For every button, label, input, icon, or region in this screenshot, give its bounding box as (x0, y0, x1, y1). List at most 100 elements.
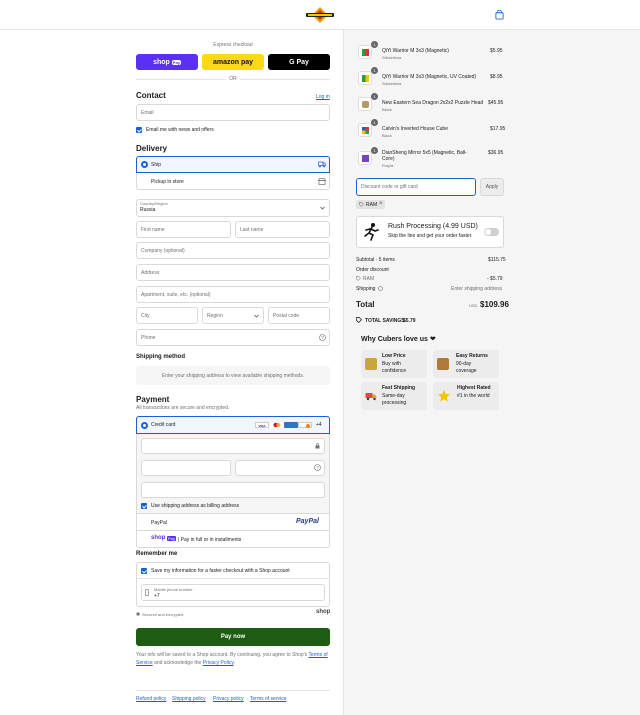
shop-pay-badge: Pay (171, 59, 181, 65)
quantity-badge: 1 (371, 147, 378, 154)
privacy-link[interactable]: Privacy Policy (203, 660, 234, 666)
product-name-line2: Core) (382, 156, 395, 162)
ship-radio[interactable] (141, 161, 148, 168)
total-label: Total (356, 300, 375, 309)
discount-tag-icon (356, 276, 361, 281)
header (0, 0, 640, 30)
store-icon (318, 178, 326, 185)
google-pay-button[interactable]: G Pay (268, 54, 330, 70)
product-variant: Purple (382, 163, 394, 168)
shop-pay-option-logo: shop (151, 535, 166, 541)
legal-text: Your info will be saved to a Shop accoun… (136, 651, 330, 667)
cvv-help-icon[interactable]: ? (314, 464, 321, 471)
ship-label: Ship (151, 162, 162, 168)
product-price: $36.95 (488, 150, 504, 156)
billing-checkbox[interactable] (141, 503, 147, 509)
google-pay-logo: G Pay (289, 58, 309, 66)
apartment-field[interactable]: Apartment, suite, etc. (optional) (136, 286, 330, 303)
refund-policy-link[interactable]: Refund policy (136, 696, 166, 702)
card-number-field[interactable] (141, 438, 325, 454)
remember-checkbox[interactable] (141, 568, 147, 574)
amex-icon (284, 422, 298, 428)
shop-pay-button[interactable]: shop Pay (136, 54, 198, 70)
discover-icon (298, 422, 312, 428)
amazon-pay-button[interactable]: amazon pay (202, 54, 264, 70)
express-checkout-title: Express checkout (213, 42, 253, 48)
help-icon[interactable]: ? (319, 334, 326, 341)
news-checkbox[interactable] (136, 127, 142, 133)
news-label: Email me with news and offers (146, 127, 214, 133)
postal-code-field[interactable]: Postal code (268, 307, 330, 324)
divider-right (240, 79, 330, 80)
shipping-method-heading: Shipping method (136, 354, 185, 360)
rush-title: Rush Processing (4.99 USD) (388, 223, 478, 230)
product-variant: Stickerless (382, 81, 402, 86)
product-price: $17.95 (490, 126, 506, 132)
feature-title: Easy Returns (456, 353, 488, 359)
company-field[interactable]: Company (optional) (136, 242, 330, 259)
name-on-card-field[interactable] (141, 482, 325, 498)
privacy-policy-link[interactable]: Privacy policy (213, 696, 244, 702)
credit-card-radio[interactable] (141, 422, 148, 429)
remember-divider (136, 578, 330, 579)
feature-line: processing (382, 400, 407, 406)
apply-button[interactable]: Apply (480, 178, 504, 196)
shipping-value: Enter shipping address (451, 286, 503, 292)
feature-title: Low Price (382, 353, 406, 359)
store-logo[interactable] (303, 6, 337, 24)
product-price: $45.95 (488, 100, 504, 106)
product-thumbnail (358, 97, 372, 111)
feature-line: #1 in the world (457, 393, 490, 399)
first-name-field[interactable]: First name (136, 221, 231, 238)
legal-text-2: and acknowledge the (154, 660, 202, 666)
discount-tag-label: RAM (366, 202, 378, 208)
terms-of-service-link[interactable]: Terms of service (250, 696, 286, 702)
svg-text:?: ? (316, 465, 319, 470)
country-value: Russia (140, 207, 156, 213)
or-divider: OR (229, 76, 237, 82)
discount-code-field[interactable]: Discount code or gift card (356, 178, 476, 196)
shopping-bag-icon[interactable] (495, 10, 504, 20)
mobile-phone-value: +7 (154, 593, 160, 599)
last-name-field[interactable]: Last name (235, 221, 330, 238)
feature-title: Highest Rated (457, 385, 491, 391)
shop-pay-option-badge: Pay (167, 536, 176, 541)
star-icon (438, 390, 450, 402)
shipping-policy-link[interactable]: Shipping policy (172, 696, 206, 702)
feature-line: Buy with (382, 361, 401, 367)
secure-icon (136, 612, 140, 616)
billing-label: Use shipping address as billing address (151, 503, 240, 509)
expiry-field[interactable] (141, 460, 231, 476)
legal-period: . (233, 660, 235, 666)
login-link[interactable]: Log in (316, 94, 330, 100)
quantity-badge: 1 (371, 93, 378, 100)
checkout-page: Express checkout shop Pay amazon pay G P… (0, 0, 640, 715)
product-price: $8.95 (490, 74, 503, 80)
phone-field[interactable]: Phone (136, 329, 330, 346)
product-variant: Black (382, 133, 392, 138)
city-field[interactable]: City (136, 307, 198, 324)
product-variant: Stickerless (382, 55, 402, 60)
shop-pay-option-label: | Pay in full or in installments (178, 537, 242, 543)
rush-toggle[interactable] (484, 228, 499, 236)
order-discount-value: - $5.79 (487, 276, 503, 282)
rush-subtitle: Skip the line and get your order faster. (388, 233, 473, 239)
shop-logo: shop (316, 609, 331, 615)
shipping-label: Shipping (356, 286, 376, 292)
payment-heading: Payment (136, 395, 170, 404)
product-name: New Eastern Sea Dragon 2x2x2 Puzzle Head (382, 100, 484, 106)
pickup-label: Pickup in store (151, 179, 184, 185)
product-thumbnail (358, 123, 372, 137)
paypal-label: PayPal (151, 520, 167, 526)
security-code-field[interactable] (235, 460, 325, 476)
address-field[interactable]: Address (136, 264, 330, 281)
mobile-phone-label: Mobile phone number (154, 587, 193, 592)
visa-icon: VISA (255, 422, 269, 428)
shipping-help-icon[interactable] (378, 286, 383, 291)
ship-option[interactable] (136, 156, 330, 173)
remove-tag-icon[interactable]: × (379, 201, 383, 207)
pay-now-button[interactable]: Pay now (136, 628, 330, 646)
email-field[interactable]: Email (136, 104, 330, 121)
subtotal-value: $115.75 (488, 257, 506, 263)
delivery-truck-icon (365, 393, 377, 401)
